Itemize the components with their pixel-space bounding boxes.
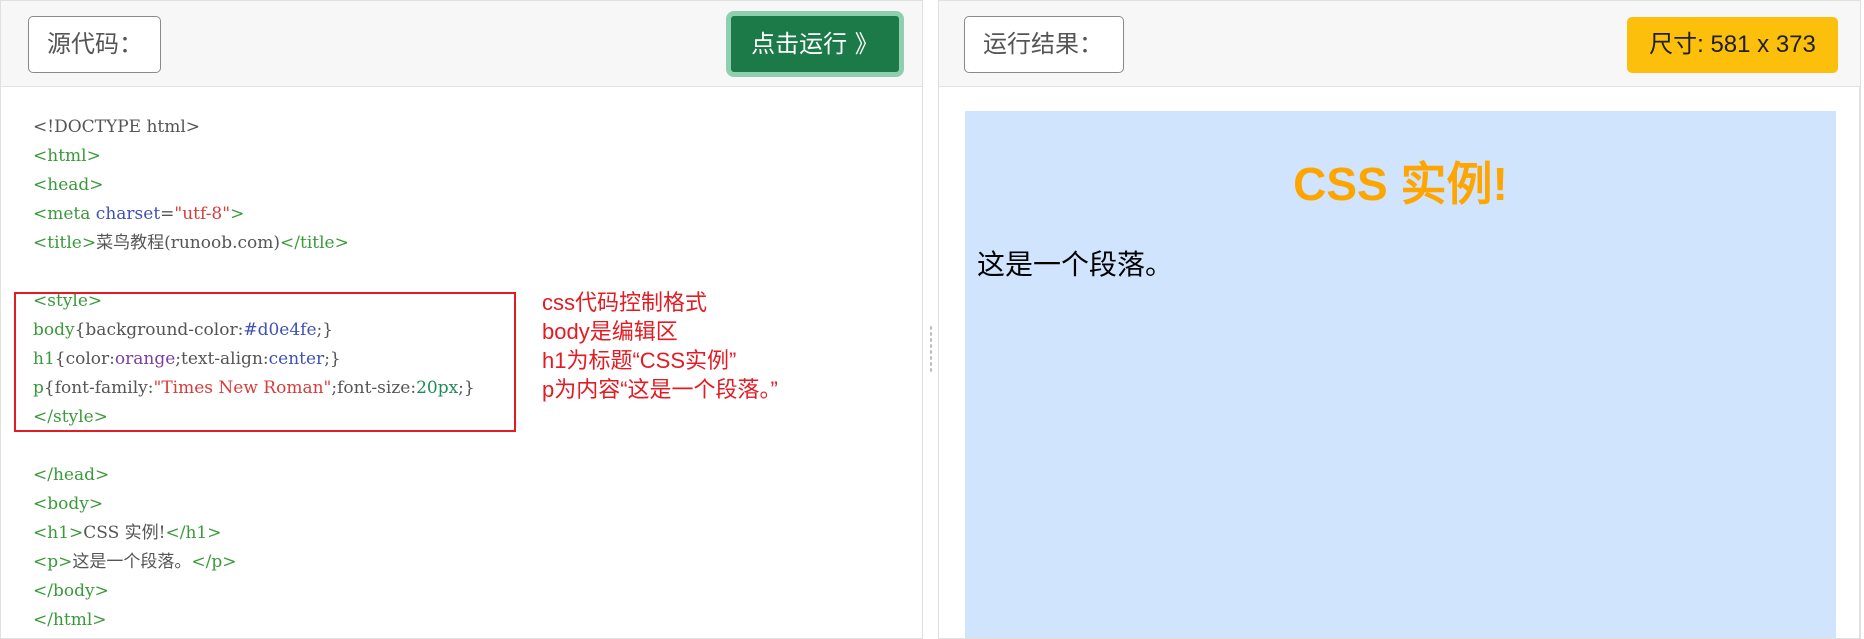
code-line: <html> (33, 142, 475, 171)
code-token: > (230, 204, 245, 224)
code-line: <h1>CSS 实例!</h1> (33, 519, 475, 548)
preview-heading: CSS 实例! (1293, 158, 1508, 210)
code-token: </title> (280, 233, 349, 253)
scrollbar-track[interactable] (1859, 86, 1860, 638)
code-line: </body> (33, 577, 475, 606)
code-token: <head> (33, 175, 104, 195)
code-token: </h1> (165, 523, 222, 543)
code-token: <meta (33, 204, 96, 224)
code-token: "utf-8" (174, 204, 231, 224)
code-token: <html> (33, 146, 101, 166)
code-line: <head> (33, 171, 475, 200)
code-token: 这是一个段落。 (72, 552, 192, 572)
annotation-text: css代码控制格式 body是编辑区 h1为标题“CSS实例” p为内容“这是一… (542, 288, 778, 404)
run-button[interactable]: 点击运行 》 (726, 11, 904, 77)
result-label: 运行结果： (964, 16, 1124, 73)
code-line: <meta charset="utf-8"> (33, 200, 475, 229)
result-preview: CSS 实例! 这是一个段落。 (965, 111, 1836, 638)
source-code-label: 源代码： (28, 16, 161, 73)
code-token: </p> (191, 552, 237, 572)
code-token: = (160, 204, 175, 224)
code-token: </head> (33, 465, 110, 485)
preview-paragraph: 这是一个段落。 (977, 250, 1174, 281)
code-token: </html> (33, 610, 107, 630)
code-token: <body> (33, 494, 104, 514)
code-line: <title>菜鸟教程(runoob.com)</title> (33, 229, 475, 258)
code-line: </html> (33, 606, 475, 635)
annotation-line: css代码控制格式 (542, 290, 708, 315)
code-token: <!DOCTYPE html> (33, 117, 201, 137)
code-token: <p> (33, 552, 73, 572)
result-panel-header: 运行结果： 尺寸: 581 x 373 (939, 1, 1860, 87)
code-token: </body> (33, 581, 109, 601)
style-highlight-box (14, 292, 516, 432)
annotation-line: h1为标题“CSS实例” (542, 348, 737, 373)
code-line: <body> (33, 490, 475, 519)
resize-handle[interactable] (929, 325, 933, 373)
code-token: 菜鸟教程(runoob.com) (96, 233, 281, 253)
code-token: charset (95, 204, 161, 224)
code-token: CSS 实例! (83, 523, 166, 543)
source-panel-header: 源代码： 点击运行 》 (1, 1, 922, 87)
annotation-line: p为内容“这是一个段落。” (542, 377, 778, 402)
code-line: <p>这是一个段落。</p> (33, 548, 475, 577)
code-line: <!DOCTYPE html> (33, 113, 475, 142)
code-token: <title> (33, 233, 97, 253)
result-panel: 运行结果： 尺寸: 581 x 373 CSS 实例! 这是一个段落。 (938, 0, 1861, 639)
annotation-line: body是编辑区 (542, 319, 678, 344)
code-line: </head> (33, 461, 475, 490)
source-code-panel: 源代码： 点击运行 》 <!DOCTYPE html> <html> <head… (0, 0, 923, 639)
size-badge: 尺寸: 581 x 373 (1627, 17, 1838, 73)
code-token: <h1> (33, 523, 84, 543)
